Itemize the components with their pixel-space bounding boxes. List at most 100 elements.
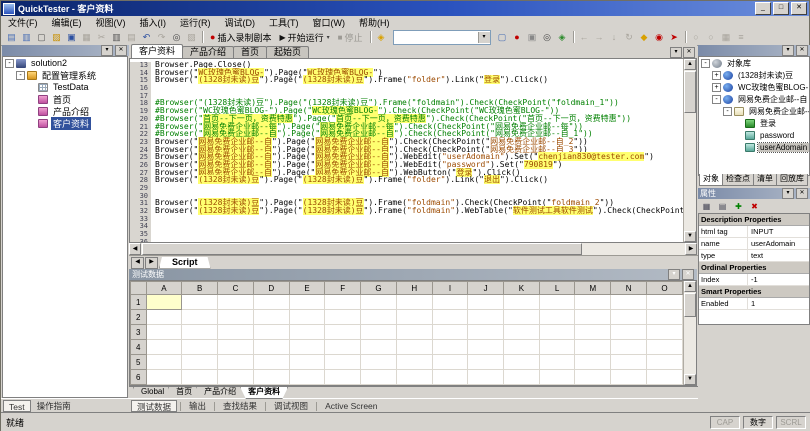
sheet-cell-H2[interactable] bbox=[396, 310, 432, 325]
scroll-thumb[interactable] bbox=[142, 243, 582, 255]
sheet-cell-M2[interactable] bbox=[575, 310, 611, 325]
expand-toggle-icon[interactable]: - bbox=[16, 71, 25, 80]
column-header-B[interactable]: B bbox=[182, 282, 218, 295]
panel-tab-Active Screen[interactable]: Active Screen bbox=[320, 400, 382, 412]
sheet-cell-N5[interactable] bbox=[611, 355, 647, 370]
sheet-cell-G2[interactable] bbox=[361, 310, 397, 325]
object-tree-item-6[interactable]: password bbox=[699, 129, 809, 141]
scroll-track[interactable] bbox=[582, 243, 685, 255]
sheet-cell-O6[interactable] bbox=[647, 370, 683, 385]
document-tab-产品介绍[interactable]: 产品介绍 bbox=[182, 46, 234, 58]
expand-toggle-icon[interactable]: + bbox=[712, 71, 721, 80]
panel-tab-查找结果[interactable]: 查找结果 bbox=[218, 400, 262, 412]
sheet-cell-D3[interactable] bbox=[253, 325, 289, 340]
sheet-cell-J1[interactable] bbox=[468, 295, 504, 310]
row-header-4[interactable]: 4 bbox=[131, 340, 147, 355]
sheet-cell-D6[interactable] bbox=[253, 370, 289, 385]
sheet-cell-M5[interactable] bbox=[575, 355, 611, 370]
run-options-icon[interactable]: ◈ bbox=[555, 31, 570, 44]
new-document-icon[interactable]: ▢ bbox=[34, 31, 49, 44]
sheet-cell-M1[interactable] bbox=[575, 295, 611, 310]
scroll-track[interactable] bbox=[684, 113, 696, 231]
menu-item-6[interactable]: 工具(T) bbox=[262, 16, 306, 29]
sheet-cell-K2[interactable] bbox=[504, 310, 540, 325]
sheet-cell-E3[interactable] bbox=[289, 325, 325, 340]
sheet-corner[interactable] bbox=[131, 282, 147, 295]
address-combobox[interactable]: ▾ bbox=[393, 30, 491, 45]
sheet-cell-F3[interactable] bbox=[325, 325, 361, 340]
property-row[interactable]: nameuserAdomain bbox=[699, 238, 809, 250]
alphabetical-icon[interactable]: ▤ bbox=[716, 200, 729, 212]
sheet-cell-O2[interactable] bbox=[647, 310, 683, 325]
sheet-cell-L5[interactable] bbox=[539, 355, 575, 370]
column-header-O[interactable]: O bbox=[647, 282, 683, 295]
sheet-cell-O4[interactable] bbox=[647, 340, 683, 355]
object-tree-item-4[interactable]: -网易免费企业邮--自 bbox=[699, 105, 809, 117]
sheet-cell-N2[interactable] bbox=[611, 310, 647, 325]
column-header-A[interactable]: A bbox=[146, 282, 182, 295]
object-tree-item-2[interactable]: +WC玫瑰色蜜BLOG- bbox=[699, 81, 809, 93]
row-header-3[interactable]: 3 bbox=[131, 325, 147, 340]
sheet-cell-D5[interactable] bbox=[253, 355, 289, 370]
object-tree-item-1[interactable]: +(1328封未读)豆 bbox=[699, 69, 809, 81]
sheet-cell-C6[interactable] bbox=[218, 370, 254, 385]
delete-property-icon[interactable]: ✖ bbox=[748, 200, 761, 212]
undo-icon[interactable]: ↶ bbox=[139, 31, 154, 44]
test-tree-item-2[interactable]: TestData bbox=[3, 81, 127, 93]
sheet-cell-L1[interactable] bbox=[539, 295, 575, 310]
row-header-1[interactable]: 1 bbox=[131, 295, 147, 310]
panel-tab-测试数据[interactable]: 测试数据 bbox=[131, 400, 177, 412]
tab-scroll-left-icon[interactable]: ◀ bbox=[131, 257, 144, 269]
row-header-5[interactable]: 5 bbox=[131, 355, 147, 370]
explorer-tab-Test[interactable]: Test bbox=[3, 400, 31, 412]
sheet-cell-K5[interactable] bbox=[504, 355, 540, 370]
scroll-thumb[interactable] bbox=[684, 293, 696, 317]
repository-tab-清单[interactable]: 清单 bbox=[753, 174, 777, 186]
sheet-cell-N3[interactable] bbox=[611, 325, 647, 340]
sheet-cell-N6[interactable] bbox=[611, 370, 647, 385]
sheet-cell-C3[interactable] bbox=[218, 325, 254, 340]
scroll-up-icon[interactable]: ▲ bbox=[684, 59, 696, 70]
column-header-K[interactable]: K bbox=[504, 282, 540, 295]
run-dropdown-icon[interactable]: ▾ bbox=[327, 34, 330, 41]
repository-tab-对象[interactable]: 对象 bbox=[699, 174, 723, 186]
sheet-cell-A3[interactable] bbox=[146, 325, 182, 340]
sheet-cell-G5[interactable] bbox=[361, 355, 397, 370]
menu-item-5[interactable]: 调试(D) bbox=[218, 16, 263, 29]
sheet-cell-M4[interactable] bbox=[575, 340, 611, 355]
sheet-cell-B1[interactable] bbox=[182, 295, 218, 310]
sheet-cell-B5[interactable] bbox=[182, 355, 218, 370]
row-header-2[interactable]: 2 bbox=[131, 310, 147, 325]
column-header-N[interactable]: N bbox=[611, 282, 647, 295]
panel-tab-输出[interactable]: 输出 bbox=[184, 400, 211, 412]
sheet-cell-E4[interactable] bbox=[289, 340, 325, 355]
expand-toggle-icon[interactable]: - bbox=[701, 59, 710, 68]
scroll-left-icon[interactable]: ◀ bbox=[129, 243, 141, 255]
test-tree-item-1[interactable]: -配置管理系统 bbox=[3, 69, 127, 81]
property-row[interactable]: typetext bbox=[699, 250, 809, 262]
object-tree-item-3[interactable]: -网易免费企业邮--自 bbox=[699, 93, 809, 105]
menu-item-7[interactable]: 窗口(W) bbox=[306, 16, 353, 29]
sheet-cell-H3[interactable] bbox=[396, 325, 432, 340]
sheet-cell-G3[interactable] bbox=[361, 325, 397, 340]
sheet-cell-E2[interactable] bbox=[289, 310, 325, 325]
editor-vertical-scrollbar[interactable]: ▲ ▼ bbox=[683, 59, 696, 242]
sheet-cell-A1[interactable] bbox=[146, 295, 182, 310]
sheet-cell-A2[interactable] bbox=[146, 310, 182, 325]
title-bar[interactable]: QuickTester - 客户资料 _ □ ✕ bbox=[1, 1, 809, 16]
sheet-cell-D4[interactable] bbox=[253, 340, 289, 355]
sheet-cell-J3[interactable] bbox=[468, 325, 504, 340]
column-header-J[interactable]: J bbox=[468, 282, 504, 295]
sheet-cell-I1[interactable] bbox=[432, 295, 468, 310]
combobox-dropdown-icon[interactable]: ▾ bbox=[478, 32, 490, 43]
sheet-cell-D1[interactable] bbox=[253, 295, 289, 310]
sheet-cell-J4[interactable] bbox=[468, 340, 504, 355]
new-test-icon[interactable]: ▤ bbox=[4, 31, 19, 44]
sheet-cell-C5[interactable] bbox=[218, 355, 254, 370]
sheet-cell-F1[interactable] bbox=[325, 295, 361, 310]
menu-item-3[interactable]: 插入(I) bbox=[133, 16, 174, 29]
column-header-C[interactable]: C bbox=[218, 282, 254, 295]
minimize-button[interactable]: _ bbox=[755, 2, 771, 15]
column-header-G[interactable]: G bbox=[361, 282, 397, 295]
sheet-cell-C2[interactable] bbox=[218, 310, 254, 325]
